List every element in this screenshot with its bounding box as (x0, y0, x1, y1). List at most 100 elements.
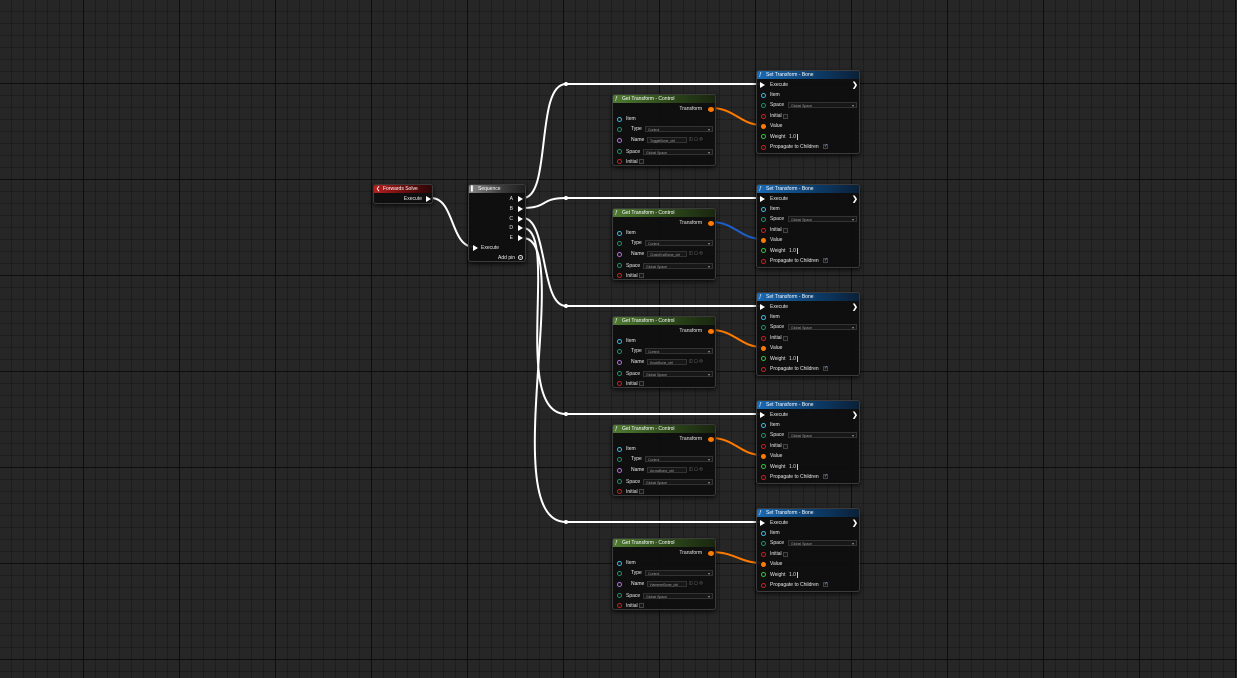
set-transform-header[interactable]: ƒ Set Transform - Bone (757, 71, 859, 79)
get-transform-node-5[interactable]: ƒ Get Transform - Control Transform Item… (612, 538, 716, 610)
name-input-pin[interactable] (617, 468, 622, 473)
transform-output-pin[interactable] (708, 329, 714, 334)
initial-checkbox[interactable] (783, 114, 788, 119)
add-pin-button[interactable]: Add pin (498, 253, 515, 263)
propagate-checkbox[interactable] (823, 473, 828, 479)
propagate-checkbox[interactable] (823, 257, 828, 263)
transform-output-pin[interactable] (708, 107, 714, 112)
initial-checkbox[interactable] (639, 603, 644, 608)
space-dropdown[interactable]: Global Space ▾ (643, 593, 713, 599)
name-dropdown[interactable]: ChainEndBone_ctrl (647, 251, 687, 257)
weight-input-pin[interactable] (761, 134, 766, 139)
set-transform-header[interactable]: ƒ Set Transform - Bone (757, 185, 859, 193)
execute-output-pin[interactable]: ❯ (852, 304, 858, 311)
set-transform-node-4[interactable]: ƒ Set Transform - Bone Execute ❯ Item Sp… (756, 400, 860, 484)
execute-output-pin[interactable] (426, 196, 431, 202)
execute-output-pin[interactable]: ❯ (852, 82, 858, 89)
initial-input-pin[interactable] (761, 552, 766, 557)
forwards-solve-header[interactable]: ❮ Forwards Solve (374, 185, 432, 193)
browse-icons[interactable]: ◫◯◎ (689, 580, 704, 585)
initial-checkbox[interactable] (639, 273, 644, 278)
add-pin-icon[interactable]: + (518, 255, 523, 260)
type-input-pin[interactable] (617, 127, 622, 132)
item-input-pin[interactable] (617, 231, 622, 236)
propagate-checkbox[interactable] (823, 581, 828, 587)
space-input-pin[interactable] (617, 149, 622, 154)
execute-input-pin[interactable] (760, 520, 765, 526)
space-input-pin[interactable] (761, 433, 766, 438)
sequence-header[interactable]: ▌ Sequence (469, 185, 525, 193)
set-transform-header[interactable]: ƒ Set Transform - Bone (757, 401, 859, 409)
browse-icons[interactable]: ◫◯◎ (689, 250, 704, 255)
space-input-pin[interactable] (617, 371, 622, 376)
initial-checkbox[interactable] (783, 444, 788, 449)
execute-input-pin[interactable] (760, 196, 765, 202)
space-dropdown[interactable]: Global Space ▾ (788, 432, 857, 438)
propagate-input-pin[interactable] (761, 367, 766, 372)
space-dropdown[interactable]: Global Space ▾ (788, 102, 857, 108)
space-dropdown[interactable]: Global Space ▾ (643, 263, 713, 269)
get-transform-header[interactable]: ƒ Get Transform - Control (613, 317, 715, 325)
initial-checkbox[interactable] (639, 159, 644, 164)
initial-input-pin[interactable] (761, 336, 766, 341)
name-dropdown[interactable]: ArrowBone_ctrl (647, 467, 687, 473)
initial-input-pin[interactable] (617, 603, 622, 608)
sequence-output-a-pin[interactable] (518, 196, 523, 202)
space-dropdown[interactable]: Global Space ▾ (788, 324, 857, 330)
get-transform-node-2[interactable]: ƒ Get Transform - Control Transform Item… (612, 208, 716, 280)
initial-input-pin[interactable] (617, 381, 622, 386)
sequence-execute-input-pin[interactable] (473, 245, 478, 251)
space-dropdown[interactable]: Global Space ▾ (788, 216, 857, 222)
item-input-pin[interactable] (761, 423, 766, 428)
initial-checkbox[interactable] (783, 228, 788, 233)
name-input-pin[interactable] (617, 360, 622, 365)
execute-input-pin[interactable] (760, 82, 765, 88)
initial-input-pin[interactable] (761, 114, 766, 119)
type-input-pin[interactable] (617, 349, 622, 354)
type-dropdown[interactable]: Control ▾ (645, 240, 713, 246)
initial-checkbox[interactable] (783, 336, 788, 341)
value-input-pin[interactable] (761, 454, 766, 459)
set-transform-node-3[interactable]: ƒ Set Transform - Bone Execute ❯ Item Sp… (756, 292, 860, 376)
weight-input-pin[interactable] (761, 572, 766, 577)
initial-checkbox[interactable] (639, 381, 644, 386)
item-input-pin[interactable] (761, 531, 766, 536)
weight-input[interactable]: 1.0 (789, 464, 798, 470)
execute-input-pin[interactable] (760, 304, 765, 310)
value-input-pin[interactable] (761, 238, 766, 243)
item-input-pin[interactable] (761, 315, 766, 320)
space-input-pin[interactable] (761, 325, 766, 330)
initial-checkbox[interactable] (783, 552, 788, 557)
type-input-pin[interactable] (617, 457, 622, 462)
space-dropdown[interactable]: Global Space ▾ (643, 479, 713, 485)
sequence-output-e-pin[interactable] (518, 235, 523, 241)
weight-input[interactable]: 1.0 (789, 356, 798, 362)
space-input-pin[interactable] (761, 217, 766, 222)
type-input-pin[interactable] (617, 241, 622, 246)
initial-input-pin[interactable] (617, 273, 622, 278)
type-dropdown[interactable]: Control ▾ (645, 570, 713, 576)
item-input-pin[interactable] (617, 447, 622, 452)
initial-input-pin[interactable] (617, 489, 622, 494)
initial-input-pin[interactable] (617, 159, 622, 164)
item-input-pin[interactable] (617, 339, 622, 344)
get-transform-header[interactable]: ƒ Get Transform - Control (613, 209, 715, 217)
sequence-output-c-pin[interactable] (518, 216, 523, 222)
weight-input-pin[interactable] (761, 464, 766, 469)
type-input-pin[interactable] (617, 571, 622, 576)
space-input-pin[interactable] (617, 263, 622, 268)
get-transform-node-3[interactable]: ƒ Get Transform - Control Transform Item… (612, 316, 716, 388)
get-transform-node-4[interactable]: ƒ Get Transform - Control Transform Item… (612, 424, 716, 496)
space-dropdown[interactable]: Global Space ▾ (788, 540, 857, 546)
type-dropdown[interactable]: Control ▾ (645, 348, 713, 354)
initial-input-pin[interactable] (761, 444, 766, 449)
value-input-pin[interactable] (761, 124, 766, 129)
type-dropdown[interactable]: Control ▾ (645, 456, 713, 462)
item-input-pin[interactable] (761, 207, 766, 212)
name-dropdown[interactable]: HammerBone_ctrl (647, 581, 687, 587)
space-input-pin[interactable] (761, 541, 766, 546)
sequence-node[interactable]: ▌ Sequence A B C D E Execute Add pin + (468, 184, 526, 262)
execute-output-pin[interactable]: ❯ (852, 520, 858, 527)
browse-icons[interactable]: ◫◯◎ (689, 358, 704, 363)
browse-icons[interactable]: ◫◯◎ (689, 136, 704, 141)
